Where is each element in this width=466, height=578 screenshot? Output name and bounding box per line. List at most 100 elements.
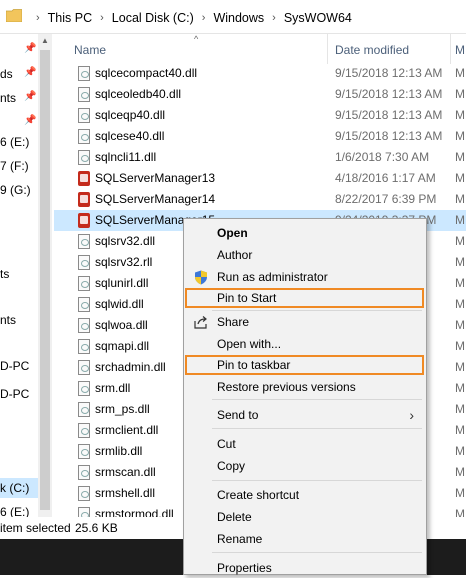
file-name: sqlsrv32.dll <box>95 234 156 248</box>
dll-icon <box>78 423 90 438</box>
nav-item[interactable]: 6 (E:) <box>0 132 29 152</box>
dll-icon <box>78 486 90 501</box>
menu-run-as-administrator[interactable]: Run as administrator <box>184 267 426 287</box>
scroll-up-icon[interactable]: ▲ <box>41 36 49 45</box>
sort-ascending-icon: ^ <box>194 34 199 44</box>
nav-item[interactable]: nts <box>0 88 16 108</box>
column-date-modified[interactable]: Date modified <box>335 43 409 57</box>
file-row[interactable]: sqlcecompact40.dll 9/15/2018 12:13 AM M <box>54 63 466 84</box>
file-row[interactable]: sqlceqp40.dll 9/15/2018 12:13 AM M <box>54 105 466 126</box>
nav-item[interactable]: nts <box>0 310 16 330</box>
dll-icon <box>78 339 90 354</box>
column-name[interactable]: Name <box>74 43 106 57</box>
file-type: M <box>455 192 465 206</box>
file-name: sqlsrv32.rll <box>95 255 153 269</box>
pin-icon[interactable]: 📌 <box>24 91 36 102</box>
menu-pin-to-taskbar-label: Pin to taskbar <box>217 358 291 372</box>
file-name: srmclient.dll <box>95 423 159 437</box>
chevron-right-icon[interactable]: › <box>100 12 104 24</box>
file-date-modified: 4/18/2016 1:17 AM <box>335 171 436 185</box>
pin-icon[interactable]: 📌 <box>24 43 36 54</box>
status-size: 25.6 KB <box>75 521 118 535</box>
breadcrumb-this-pc[interactable]: This PC <box>48 11 92 25</box>
file-row[interactable]: SQLServerManager14 8/22/2017 6:39 PM M <box>54 189 466 210</box>
file-row[interactable]: sqlcese40.dll 9/15/2018 12:13 AM M <box>54 126 466 147</box>
file-date-modified: 8/22/2017 6:39 PM <box>335 192 437 206</box>
dll-icon <box>78 108 90 123</box>
nav-item[interactable]: D-PC <box>0 384 29 404</box>
file-date-modified: 9/15/2018 12:13 AM <box>335 129 443 143</box>
address-bar[interactable]: › This PC › Local Disk (C:) › Windows › … <box>0 0 466 34</box>
file-name: SQLServerManager13 <box>95 171 216 185</box>
menu-restore-previous-versions[interactable]: Restore previous versions <box>184 377 426 397</box>
file-name: sqlwoa.dll <box>95 318 148 332</box>
menu-copy[interactable]: Copy <box>184 456 426 476</box>
menu-share-label: Share <box>217 315 250 329</box>
column-type[interactable]: M <box>455 43 465 57</box>
file-type: M <box>455 234 465 248</box>
file-type: M <box>455 465 465 479</box>
dll-icon <box>78 255 90 270</box>
chevron-right-icon: › <box>409 407 414 423</box>
menu-share[interactable]: Share <box>184 312 426 332</box>
menu-open[interactable]: Open <box>184 223 426 243</box>
dll-icon <box>78 66 90 81</box>
dll-icon <box>78 402 90 417</box>
nav-item[interactable]: D-PC <box>0 356 29 376</box>
dll-icon <box>78 234 90 249</box>
file-row[interactable]: SQLServerManager13 4/18/2016 1:17 AM M <box>54 168 466 189</box>
menu-author[interactable]: Author <box>184 245 426 265</box>
file-name: sqlcese40.dll <box>95 129 165 143</box>
file-type: M <box>455 171 465 185</box>
menu-author-label: Author <box>217 248 253 262</box>
menu-send-to[interactable]: Send to › <box>184 405 426 425</box>
menu-separator <box>212 428 422 429</box>
pin-icon[interactable]: 📌 <box>24 67 36 78</box>
menu-cut[interactable]: Cut <box>184 434 426 454</box>
shield-icon <box>195 270 207 285</box>
file-name: sqlcecompact40.dll <box>95 66 198 80</box>
file-name: sqmapi.dll <box>95 339 150 353</box>
file-type: M <box>455 129 465 143</box>
menu-pin-to-taskbar[interactable]: Pin to taskbar <box>185 355 424 375</box>
breadcrumb-syswow64[interactable]: SysWOW64 <box>284 11 352 25</box>
chevron-right-icon[interactable]: › <box>272 12 276 24</box>
file-name: sqlunirl.dll <box>95 276 149 290</box>
menu-delete-label: Delete <box>217 510 252 524</box>
menu-create-shortcut-label: Create shortcut <box>217 488 300 502</box>
file-type: M <box>455 444 465 458</box>
menu-open-label: Open <box>217 226 248 240</box>
file-name: srmscan.dll <box>95 465 156 479</box>
menu-delete[interactable]: Delete <box>184 507 426 527</box>
file-type: M <box>455 339 465 353</box>
pin-icon[interactable]: 📌 <box>24 115 36 126</box>
nav-item[interactable]: 9 (G:) <box>0 180 31 200</box>
menu-rename[interactable]: Rename <box>184 529 426 549</box>
file-type: M <box>455 486 465 500</box>
file-type: M <box>455 66 465 80</box>
menu-open-with[interactable]: Open with... <box>184 334 426 354</box>
file-row[interactable]: sqlncli11.dll 1/6/2018 7:30 AM M <box>54 147 466 168</box>
nav-item[interactable]: ds <box>0 64 13 84</box>
breadcrumb-local-disk[interactable]: Local Disk (C:) <box>112 11 194 25</box>
nav-scrollbar[interactable]: ▲ ▼ <box>38 34 52 539</box>
dll-icon <box>78 276 90 291</box>
menu-properties[interactable]: Properties <box>184 558 426 578</box>
menu-rename-label: Rename <box>217 532 263 546</box>
file-name: sqlncli11.dll <box>95 150 157 164</box>
nav-item[interactable]: 7 (F:) <box>0 156 29 176</box>
file-row[interactable]: sqlceoledb40.dll 9/15/2018 12:13 AM M <box>54 84 466 105</box>
nav-item[interactable]: ts <box>0 264 9 284</box>
chevron-right-icon[interactable]: › <box>202 12 206 24</box>
file-type: M <box>455 108 465 122</box>
menu-send-to-label: Send to <box>217 408 259 422</box>
chevron-right-icon[interactable]: › <box>36 12 40 24</box>
scrollbar-thumb[interactable] <box>40 50 50 510</box>
column-divider[interactable] <box>327 34 328 64</box>
menu-create-shortcut[interactable]: Create shortcut <box>184 485 426 505</box>
file-type: M <box>455 360 465 374</box>
breadcrumb-windows[interactable]: Windows <box>213 11 264 25</box>
nav-item[interactable]: k (C:) <box>0 478 38 498</box>
menu-pin-to-start[interactable]: Pin to Start <box>185 288 424 308</box>
column-divider[interactable] <box>450 34 451 64</box>
